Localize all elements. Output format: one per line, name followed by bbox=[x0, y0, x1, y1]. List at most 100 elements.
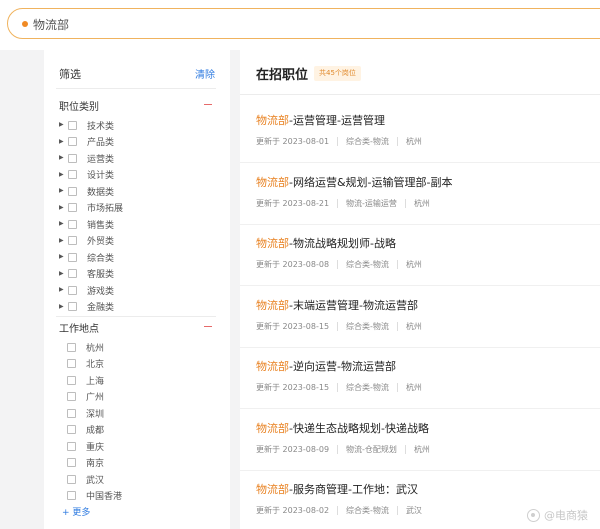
checkbox[interactable] bbox=[67, 408, 76, 418]
job-item[interactable]: 物流部-运营管理-运营管理 更新于 2023-08-01 综合类-物流 杭州 bbox=[256, 112, 586, 147]
category-item[interactable]: ▶ 综合类 bbox=[59, 250, 114, 264]
checkbox[interactable] bbox=[68, 120, 77, 130]
job-category: 综合类-物流 bbox=[346, 383, 389, 392]
checkbox[interactable] bbox=[67, 441, 76, 451]
job-title[interactable]: 物流部-物流战略规划师-战略 bbox=[256, 235, 586, 251]
checkbox[interactable] bbox=[67, 359, 76, 368]
job-city: 杭州 bbox=[405, 137, 422, 146]
job-city: 杭州 bbox=[413, 198, 430, 208]
job-city: 武汉 bbox=[405, 506, 422, 515]
expand-arrow-icon[interactable]: ▶ bbox=[59, 184, 66, 198]
checkbox[interactable] bbox=[68, 137, 77, 146]
expand-arrow-icon[interactable]: ▶ bbox=[59, 300, 66, 314]
checkbox[interactable] bbox=[67, 375, 76, 385]
job-title[interactable]: 物流部-服务商管理-工作地：武汉 bbox=[256, 481, 586, 497]
category-item[interactable]: ▶ 运营类 bbox=[59, 151, 114, 165]
checkbox[interactable] bbox=[67, 342, 76, 352]
more-locations-link[interactable]: + 更多 bbox=[62, 505, 90, 518]
job-city: 杭州 bbox=[405, 383, 422, 392]
job-item[interactable]: 物流部-网络运营&规划-运输管理部-副本 更新于 2023-08-21 物流-运输运… bbox=[256, 174, 586, 209]
meta-separator bbox=[396, 383, 398, 392]
job-item[interactable]: 物流部-末端运营管理-物流运营部 更新于 2023-08-15 综合类-物流 杭州 bbox=[256, 297, 586, 332]
expand-arrow-icon[interactable]: ▶ bbox=[59, 267, 66, 281]
category-item[interactable]: ▶ 设计类 bbox=[59, 168, 114, 182]
job-date: 更新于 2023-08-15 bbox=[256, 321, 330, 331]
category-label: 设计类 bbox=[87, 171, 115, 181]
expand-arrow-icon[interactable]: ▶ bbox=[59, 135, 66, 149]
checkbox[interactable] bbox=[68, 269, 77, 278]
location-item[interactable]: 深圳 bbox=[59, 406, 104, 420]
job-title[interactable]: 物流部-逆向运营-物流运营部 bbox=[256, 358, 586, 374]
category-item[interactable]: ▶ 游戏类 bbox=[59, 283, 114, 297]
location-item[interactable]: 武汉 bbox=[59, 472, 104, 486]
checkbox[interactable] bbox=[68, 170, 77, 179]
filter-panel: 筛选 清除 职位类别 ▶ 技术类 ▶ 产品类 ▶ 运营类 ▶ 设计类 ▶ 数据类 ▶ 市场拓展 ▶ 销售类… bbox=[44, 50, 230, 529]
category-item[interactable]: ▶ 销售类 bbox=[59, 217, 114, 231]
job-title[interactable]: 物流部-快递生态战略规划-快递战略 bbox=[256, 420, 586, 436]
category-item[interactable]: ▶ 客服类 bbox=[59, 267, 114, 281]
job-title[interactable]: 物流部-末端运营管理-物流运营部 bbox=[256, 297, 586, 313]
category-label: 市场拓展 bbox=[87, 204, 124, 214]
location-item[interactable]: 成都 bbox=[59, 423, 104, 437]
checkbox[interactable] bbox=[67, 491, 76, 500]
location-item[interactable]: 重庆 bbox=[59, 439, 104, 453]
job-title[interactable]: 物流部-网络运营&规划-运输管理部-副本 bbox=[256, 174, 586, 190]
expand-arrow-icon[interactable]: ▶ bbox=[59, 201, 66, 215]
checkbox[interactable] bbox=[67, 392, 76, 401]
location-label: 上海 bbox=[86, 376, 105, 387]
category-label: 产品类 bbox=[87, 138, 115, 148]
job-title-text: -末端运营管理-物流运营部 bbox=[289, 298, 418, 312]
expand-arrow-icon[interactable]: ▶ bbox=[59, 217, 66, 231]
job-title-text: -运营管理-运营管理 bbox=[289, 114, 385, 127]
job-item[interactable]: 物流部-物流战略规划师-战略 更新于 2023-08-08 综合类-物流 杭州 bbox=[256, 235, 586, 270]
collapse-categories-icon[interactable] bbox=[204, 104, 212, 105]
job-dept: 物流部 bbox=[256, 298, 289, 312]
location-item[interactable]: 南京 bbox=[59, 456, 104, 470]
expand-arrow-icon[interactable]: ▶ bbox=[59, 234, 66, 248]
checkbox[interactable] bbox=[68, 219, 77, 229]
checkbox[interactable] bbox=[68, 186, 77, 196]
clear-filters-button[interactable]: 清除 bbox=[195, 66, 215, 81]
checkbox[interactable] bbox=[68, 302, 77, 311]
category-item[interactable]: ▶ 外贸类 bbox=[59, 234, 114, 248]
location-item[interactable]: 北京 bbox=[59, 357, 104, 371]
meta-separator bbox=[404, 444, 406, 454]
collapse-locations-icon[interactable] bbox=[204, 326, 212, 327]
job-category: 综合类-物流 bbox=[346, 506, 389, 515]
search-input[interactable]: 物流部 bbox=[7, 8, 600, 39]
category-label: 金融类 bbox=[87, 303, 115, 313]
category-item[interactable]: ▶ 市场拓展 bbox=[59, 201, 123, 215]
expand-arrow-icon[interactable]: ▶ bbox=[59, 118, 66, 132]
expand-arrow-icon[interactable]: ▶ bbox=[59, 250, 66, 264]
checkbox[interactable] bbox=[68, 153, 77, 163]
location-item[interactable]: 中国香港 bbox=[59, 489, 122, 503]
job-title-text: -网络运营&规划-运输管理部-副本 bbox=[289, 175, 453, 189]
checkbox[interactable] bbox=[67, 425, 76, 434]
checkbox[interactable] bbox=[68, 203, 77, 212]
checkbox[interactable] bbox=[68, 285, 77, 295]
watermark: @电商猿 bbox=[527, 507, 588, 523]
checkbox[interactable] bbox=[68, 252, 77, 262]
location-item[interactable]: 广州 bbox=[59, 390, 104, 404]
checkbox[interactable] bbox=[67, 474, 76, 484]
checkbox[interactable] bbox=[68, 236, 77, 245]
checkbox[interactable] bbox=[67, 458, 76, 467]
job-item[interactable]: 物流部-快递生态战略规划-快递战略更新于 2023-08-09 物流-仓配规划 杭州 bbox=[256, 420, 586, 455]
category-item[interactable]: ▶ 金融类 bbox=[59, 300, 114, 314]
location-item[interactable]: 杭州 bbox=[59, 340, 104, 354]
category-item[interactable]: ▶ 产品类 bbox=[59, 135, 114, 149]
job-date: 更新于 2023-08-15 bbox=[256, 383, 330, 392]
location-item[interactable]: 上海 bbox=[59, 373, 104, 387]
job-category: 物流-运输运营 bbox=[346, 198, 397, 208]
job-dept: 物流部 bbox=[256, 421, 289, 435]
job-title[interactable]: 物流部-运营管理-运营管理 bbox=[256, 112, 586, 128]
expand-arrow-icon[interactable]: ▶ bbox=[59, 168, 66, 182]
category-item[interactable]: ▶ 技术类 bbox=[59, 118, 114, 132]
job-meta: 更新于 2023-08-09 物流-仓配规划 杭州 bbox=[256, 444, 586, 455]
job-item[interactable]: 物流部-逆向运营-物流运营部更新于 2023-08-15 综合类-物流 杭州 bbox=[256, 358, 586, 393]
location-label: 武汉 bbox=[86, 475, 105, 486]
expand-arrow-icon[interactable]: ▶ bbox=[59, 151, 66, 165]
expand-arrow-icon[interactable]: ▶ bbox=[59, 283, 66, 297]
category-item[interactable]: ▶ 数据类 bbox=[59, 184, 114, 198]
job-city: 杭州 bbox=[405, 321, 422, 331]
